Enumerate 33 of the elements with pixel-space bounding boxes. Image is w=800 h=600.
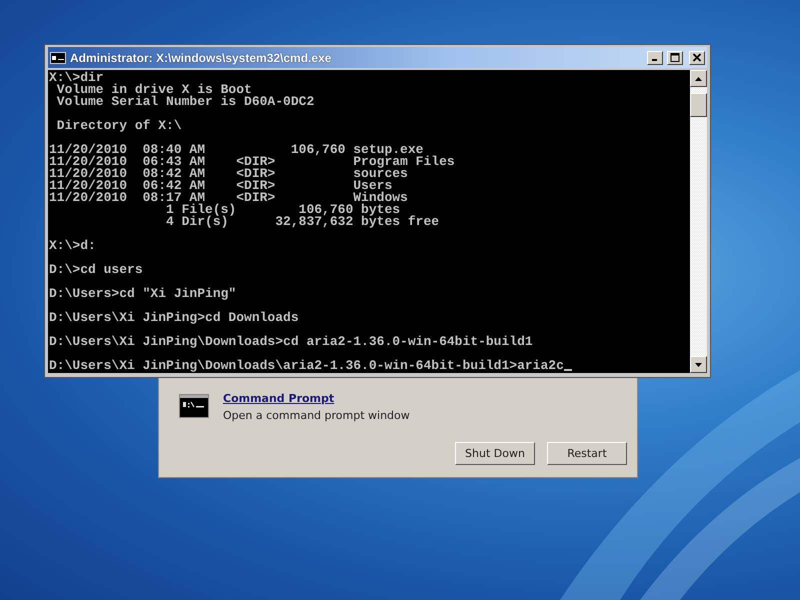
console-line: 11/20/2010 08:40 AM 106,760 setup.exe bbox=[49, 142, 424, 157]
scroll-down-button[interactable] bbox=[690, 356, 707, 373]
command-prompt-link[interactable]: Command Prompt bbox=[223, 392, 410, 405]
up-triangle-icon bbox=[695, 76, 702, 80]
shut-down-button[interactable]: Shut Down bbox=[455, 442, 535, 465]
console-line: D:\Users\Xi JinPing>cd Downloads bbox=[49, 310, 299, 325]
console-line: Volume in drive X is Boot bbox=[56, 82, 252, 97]
console-line: 1 File(s) 106,760 bytes bbox=[165, 202, 400, 217]
console-line: Volume Serial Number is D60A-0DC2 bbox=[56, 94, 314, 109]
console-line: D:\Users\Xi JinPing\Downloads\aria2-1.36.0-win-64bit-build1>aria2c bbox=[49, 358, 564, 373]
text-cursor bbox=[564, 369, 572, 371]
console-line: 11/20/2010 08:17 AM <DIR> Windows bbox=[49, 190, 408, 205]
console-icon bbox=[50, 52, 66, 64]
command-prompt-description: Open a command prompt window bbox=[223, 409, 410, 422]
close-icon bbox=[692, 53, 702, 62]
window-title: Administrator: X:\windows\system32\cmd.exe bbox=[70, 50, 332, 64]
console-line: X:\>d: bbox=[49, 238, 96, 253]
console-line: D:\>cd users bbox=[49, 262, 143, 277]
maximize-icon bbox=[670, 53, 680, 62]
close-button[interactable] bbox=[689, 50, 705, 64]
console-line: D:\Users>cd "Xi JinPing" bbox=[49, 286, 236, 301]
console-line: X:\>dir bbox=[49, 70, 104, 85]
console-line: 11/20/2010 06:42 AM <DIR> Users bbox=[49, 178, 392, 193]
restart-button[interactable]: Restart bbox=[547, 442, 627, 465]
down-triangle-icon bbox=[695, 362, 702, 366]
scroll-thumb[interactable] bbox=[690, 93, 707, 117]
maximize-button[interactable] bbox=[667, 50, 683, 64]
vertical-scrollbar[interactable] bbox=[690, 70, 707, 373]
scroll-up-button[interactable] bbox=[690, 70, 707, 87]
console-line: Directory of X:\ bbox=[56, 118, 182, 133]
minimize-button[interactable] bbox=[647, 50, 663, 64]
console-line: D:\Users\Xi JinPing\Downloads>cd aria2-1.36.0-win-64bit-build1 bbox=[49, 334, 533, 349]
command-prompt-icon bbox=[179, 394, 209, 418]
